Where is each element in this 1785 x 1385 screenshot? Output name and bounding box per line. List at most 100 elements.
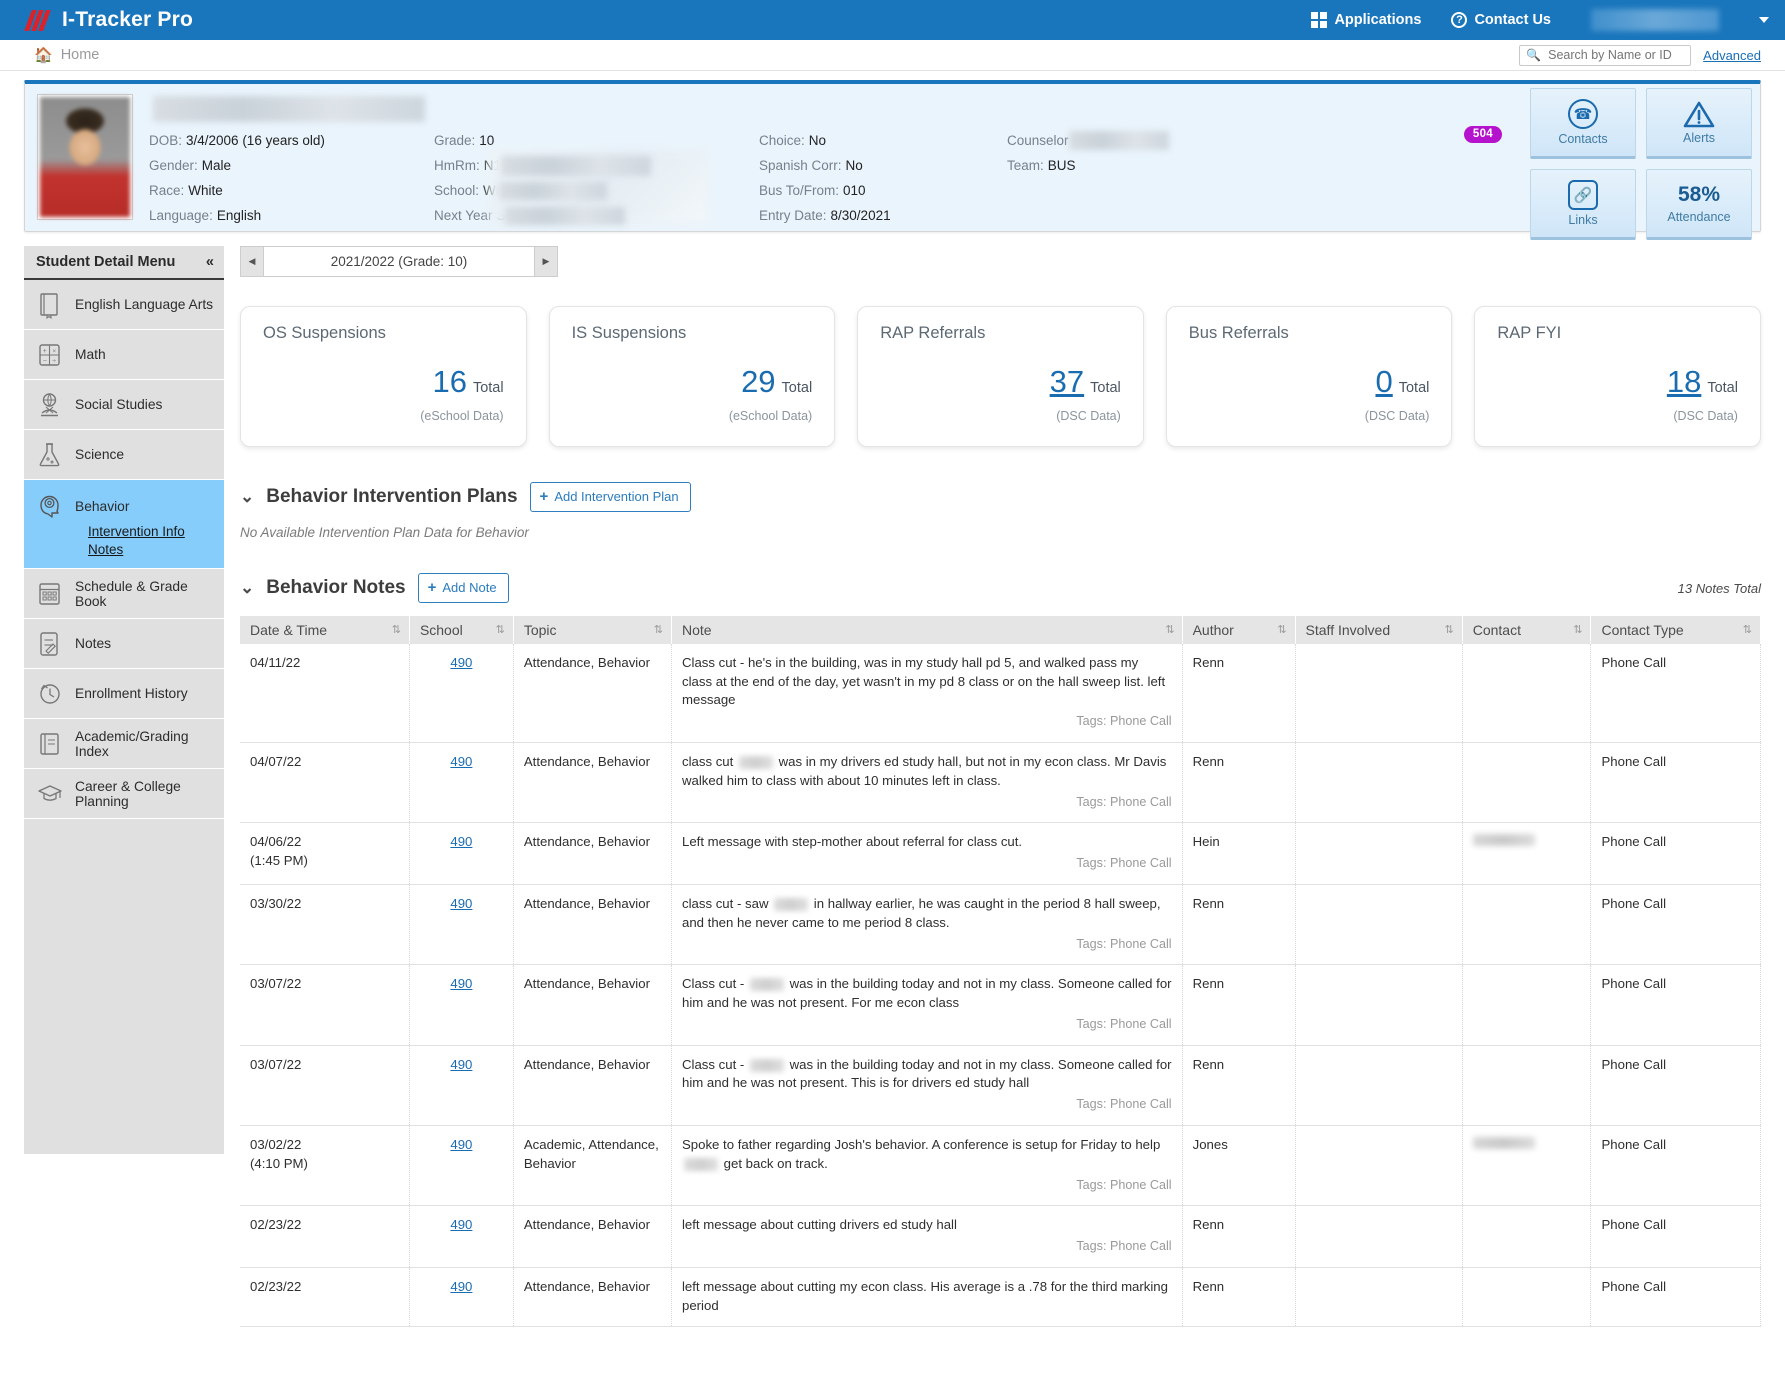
stat-value[interactable]: 0 [1375, 364, 1392, 400]
cell-school: 490 [409, 1045, 514, 1127]
column-label: Contact Type [1601, 622, 1684, 638]
advanced-search-link[interactable]: Advanced [1703, 48, 1761, 63]
chevron-down-icon[interactable] [1759, 17, 1769, 23]
sidebar-item-behavior[interactable]: Behavior Intervention Info Notes [24, 480, 224, 569]
intervention-plans-title: Behavior Intervention Plans [266, 486, 518, 507]
cell-contact-type: Phone Call [1590, 884, 1761, 966]
school-link[interactable]: 490 [450, 1057, 472, 1072]
school-link[interactable]: 490 [450, 1137, 472, 1152]
chevron-down-icon[interactable]: ⌄ [240, 487, 254, 507]
sidebar-header: Student Detail Menu « [24, 246, 224, 280]
school-link[interactable]: 490 [450, 976, 472, 991]
column-author[interactable]: Author ⇅ [1182, 616, 1296, 644]
column-topic[interactable]: Topic ⇅ [513, 616, 673, 644]
sidebar-item-schedule-grade-book[interactable]: Schedule & Grade Book [24, 569, 224, 619]
column-contact-type[interactable]: Contact Type ⇅ [1590, 616, 1761, 644]
nav-contact-us[interactable]: ? Contact Us [1451, 12, 1551, 28]
school-link[interactable]: 490 [450, 896, 472, 911]
nav-applications[interactable]: Applications [1311, 12, 1421, 28]
school-link[interactable]: 490 [450, 754, 472, 769]
stat-card-row: OS Suspensions 16 Total (eSchool Data) I… [240, 306, 1761, 447]
cell-date-time: 03/07/22 [240, 964, 410, 1046]
table-row: 02/23/22 490 Attendance, Behavior left mess… [240, 1205, 1761, 1269]
school-link[interactable]: 490 [450, 1279, 472, 1294]
search-input[interactable] [1546, 47, 1685, 63]
attendance-button[interactable]: 58% Attendance [1646, 169, 1752, 240]
links-button[interactable]: 🔗 Links [1530, 169, 1636, 240]
note-text: class cut was in my drivers ed study hal… [682, 754, 1167, 788]
next-year-button[interactable]: ▶ [535, 246, 558, 277]
sidebar-item-notes[interactable]: Notes [24, 619, 224, 669]
column-staff-involved[interactable]: Staff Involved ⇅ [1295, 616, 1463, 644]
calendar-icon [36, 579, 64, 609]
field-bus-label: Bus To/From: [759, 183, 840, 198]
stat-card-bus-referrals: Bus Referrals 0 Total (DSC Data) [1165, 306, 1453, 447]
add-note-button[interactable]: + Add Note [417, 573, 509, 603]
sidebar-subitem-notes[interactable]: Notes [88, 542, 216, 557]
globe-person-icon [36, 390, 64, 420]
stat-value[interactable]: 18 [1667, 364, 1701, 400]
school-link[interactable]: 490 [450, 655, 472, 670]
cell-contact-type: Phone Call [1590, 644, 1761, 744]
field-race-value: White [188, 183, 223, 198]
note-text: Left message with step-mother about refe… [682, 834, 1023, 850]
field-language: Language: English [149, 203, 434, 228]
column-contact[interactable]: Contact ⇅ [1462, 616, 1592, 644]
field-choice-value: No [808, 133, 827, 148]
sidebar-item-label: Math [75, 347, 106, 362]
stat-value: 29 [741, 364, 776, 399]
column-school[interactable]: School ⇅ [409, 616, 514, 644]
stat-unit: Total [781, 380, 813, 396]
contacts-button[interactable]: ☎ Contacts [1530, 88, 1636, 159]
sidebar-item-social-studies[interactable]: Social Studies [24, 380, 224, 430]
main-body: Student Detail Menu « English Language A… [0, 246, 1785, 1328]
column-date-time[interactable]: Date & Time ⇅ [240, 616, 410, 644]
question-circle-icon: ? [1451, 12, 1468, 28]
search-box[interactable]: 🔍 [1519, 44, 1692, 66]
brand[interactable]: I-Tracker Pro [24, 8, 193, 32]
sidebar-item-enrollment-history[interactable]: Enrollment History [24, 669, 224, 719]
cell-note: left message about cutting drivers ed st… [671, 1205, 1183, 1269]
breadcrumb-bar: 🏠 Home 🔍 Advanced [0, 40, 1785, 71]
sidebar-item-label: Schedule & Grade Book [75, 578, 188, 609]
user-account-name[interactable] [1591, 9, 1719, 31]
cell-topic: Attendance, Behavior [513, 964, 673, 1046]
clock-back-icon [36, 679, 64, 709]
field-language-label: Language: [149, 208, 213, 223]
chevron-double-left-icon[interactable]: « [206, 254, 214, 270]
school-link[interactable]: 490 [450, 834, 472, 849]
sidebar-item-career-college-planning[interactable]: Career & College Planning [24, 769, 224, 819]
sidebar-item-label: English Language Arts [75, 297, 214, 312]
breadcrumb-home[interactable]: 🏠 Home [34, 46, 99, 64]
field-team: Team: BUS [1007, 153, 1257, 178]
alerts-button[interactable]: Alerts [1646, 88, 1752, 159]
stat-title: OS Suspensions [263, 324, 386, 342]
chevron-down-icon[interactable]: ⌄ [240, 578, 254, 598]
sort-icon[interactable]: ⇅ [392, 623, 401, 636]
sort-icon[interactable]: ⇅ [496, 623, 505, 636]
sort-icon[interactable]: ⇅ [654, 623, 663, 636]
sidebar-subitem-intervention-info[interactable]: Intervention Info [88, 524, 216, 539]
behavior-notes-title: Behavior Notes [266, 577, 406, 598]
column-label: Contact [1472, 622, 1521, 638]
add-intervention-plan-button[interactable]: + Add Intervention Plan [529, 482, 691, 512]
column-note[interactable]: Note [671, 616, 1183, 644]
sidebar-item-science[interactable]: Science [24, 430, 224, 480]
sidebar-item-academic-grading-index[interactable]: Academic/Grading Index [24, 719, 224, 769]
app-header: I-Tracker Pro Applications ? Contact Us [0, 0, 1785, 40]
stat-value[interactable]: 37 [1050, 364, 1084, 400]
field-grade: Grade: 10 [434, 128, 759, 153]
sidebar-item-math[interactable]: + × − ÷ Math [24, 330, 224, 380]
sort-icon[interactable]: ⇅ [1573, 623, 1582, 636]
sort-icon[interactable]: ⇅ [1445, 623, 1454, 636]
sort-icon[interactable]: ⇅ [1743, 623, 1752, 636]
cell-note: class cut was in my drivers ed study hal… [671, 742, 1183, 824]
sidebar-item-english-language-arts[interactable]: English Language Arts [24, 280, 224, 330]
status-badge: 504 [1463, 126, 1502, 143]
cell-author: Renn [1182, 884, 1296, 966]
sort-icon[interactable]: ⇅ [1165, 623, 1174, 636]
note-text: Spoke to father regarding Josh's behavio… [682, 1137, 1161, 1171]
sort-icon[interactable]: ⇅ [1277, 623, 1286, 636]
school-link[interactable]: 490 [450, 1217, 472, 1232]
prev-year-button[interactable]: ◀ [240, 246, 263, 277]
